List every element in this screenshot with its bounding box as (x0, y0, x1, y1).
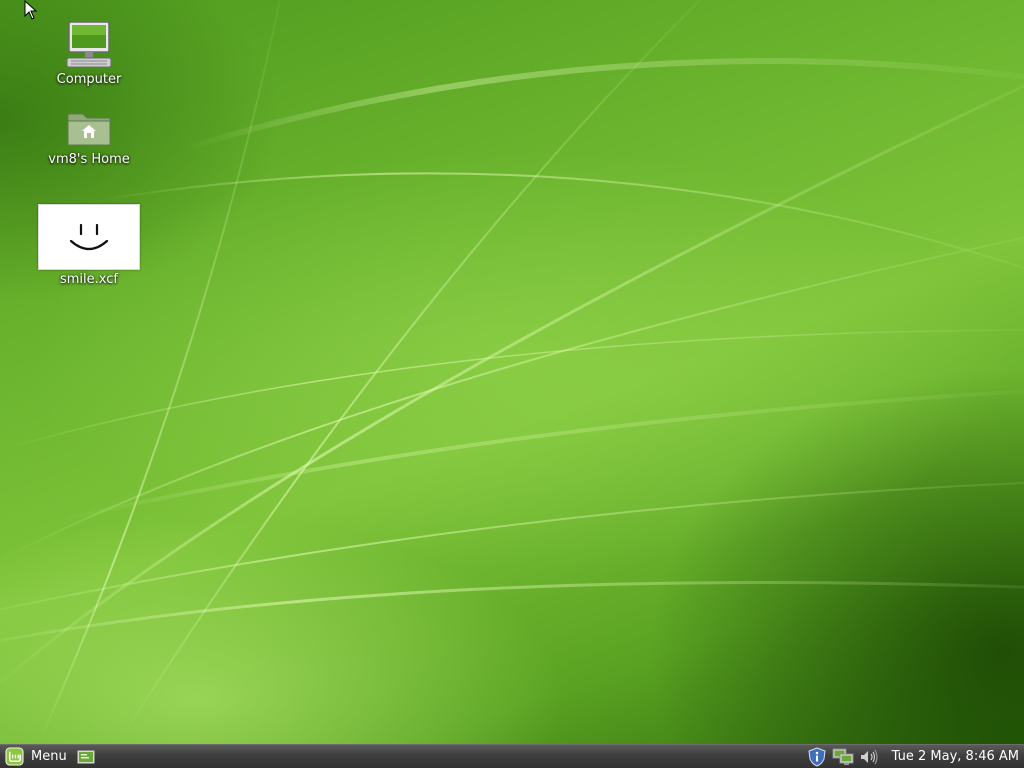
desktop-icon-label: smile.xcf (60, 272, 118, 287)
desktop-icon-label: Computer (56, 72, 122, 87)
desktop-icon-label: vm8's Home (48, 152, 130, 167)
show-desktop-button[interactable] (75, 748, 97, 766)
desktop[interactable]: Computer vm8's Home smile.xcf (0, 0, 1024, 744)
wallpaper (0, 0, 1024, 741)
computer-icon (63, 20, 115, 70)
image-thumbnail-icon (38, 204, 140, 270)
desktop-icon-smile-xcf[interactable]: smile.xcf (34, 204, 144, 287)
menu-label: Menu (31, 749, 67, 764)
network-icon[interactable] (832, 747, 854, 767)
home-folder-icon (64, 106, 114, 150)
desktop-icon-computer[interactable]: Computer (34, 20, 144, 87)
system-tray: Tue 2 May, 8:46 AM (804, 746, 1024, 768)
show-desktop-icon (77, 750, 95, 763)
update-manager-shield-icon[interactable] (806, 746, 828, 767)
menu-button[interactable]: Menu (0, 746, 75, 768)
desktop-icon-home[interactable]: vm8's Home (34, 106, 144, 167)
volume-icon[interactable] (858, 747, 880, 767)
bottom-panel: Menu Tue 2 May, 8:46 AM (0, 744, 1024, 768)
clock[interactable]: Tue 2 May, 8:46 AM (892, 749, 1019, 764)
mouse-pointer-icon (24, 0, 38, 24)
linux-mint-logo-icon (5, 747, 24, 766)
